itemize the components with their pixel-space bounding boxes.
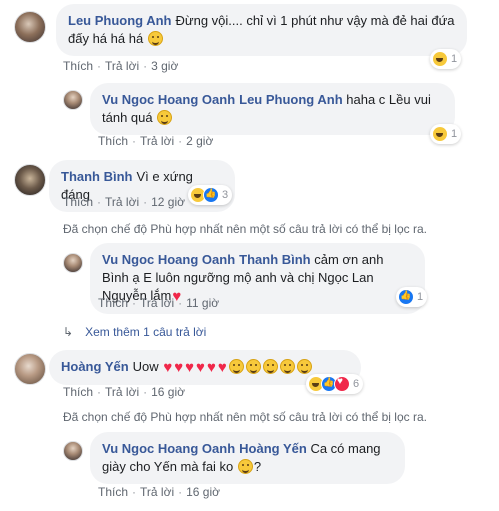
filter-notice: Đã chọn chế độ Phù hợp nhất nên một số c…: [63, 410, 427, 424]
like-button[interactable]: Thích: [98, 134, 128, 148]
reaction-count: 6: [353, 378, 360, 390]
heart-emoji-icon: ♥: [185, 359, 195, 376]
smile-emoji-icon: [245, 359, 261, 374]
timestamp[interactable]: 2 giờ: [186, 134, 213, 148]
heart-emoji-icon: ♥: [206, 359, 216, 376]
avatar[interactable]: [63, 90, 83, 110]
tongue-emoji-icon: [157, 110, 173, 125]
avatar[interactable]: [63, 441, 83, 461]
filter-notice: Đã chọn chế độ Phù hợp nhất nên một số c…: [63, 222, 427, 236]
reply-arrow-icon: ↳: [63, 325, 74, 339]
timestamp[interactable]: 3 giờ: [151, 59, 178, 73]
timestamp[interactable]: 16 giờ: [186, 485, 220, 499]
reaction-count: 1: [451, 128, 458, 140]
comment-actions: Thích · Trả lời · 12 giờ: [63, 194, 185, 210]
comment-author[interactable]: Vu Ngoc Hoang Oanh: [102, 252, 235, 267]
see-more-label: Xem thêm 1 câu trả lời: [85, 325, 207, 339]
separator-dot: ·: [132, 485, 137, 499]
reaction-count: 1: [451, 53, 458, 65]
timestamp[interactable]: 12 giờ: [151, 195, 185, 209]
heart-emoji-icon: ♥: [217, 359, 227, 376]
reaction-count: 3: [222, 189, 229, 201]
haha-emoji-icon: [147, 31, 163, 46]
comment-author[interactable]: Thanh Bình: [61, 169, 133, 184]
reaction-count: 1: [417, 291, 424, 303]
heart-emoji-icon: ♥: [196, 359, 205, 376]
like-reaction-icon: [398, 289, 414, 305]
like-button[interactable]: Thích: [98, 485, 128, 499]
comment-author[interactable]: Leu Phuong Anh: [68, 13, 172, 28]
reaction-summary[interactable]: 1: [396, 287, 428, 307]
separator-dot: ·: [97, 195, 102, 209]
reply-bubble: Vu Ngoc Hoang Oanh Hoàng Yến Ca có mang g…: [90, 432, 405, 484]
separator-dot: ·: [132, 134, 137, 148]
comment-thread: Leu Phuong Anh Đừng vội.... chỉ vì 1 phút…: [0, 0, 499, 511]
see-more-replies-link[interactable]: ↳ Xem thêm 1 câu trả lời: [63, 325, 206, 339]
like-reaction-icon: [203, 187, 219, 203]
comment-bubble: Leu Phuong Anh Đừng vội.... chỉ vì 1 phút…: [56, 4, 467, 56]
avatar[interactable]: [14, 353, 46, 385]
smile-emoji-icon: [296, 359, 312, 374]
smile-emoji-icon: [228, 359, 244, 374]
haha-reaction-icon: [432, 126, 448, 142]
reaction-summary[interactable]: 1: [430, 49, 462, 69]
reply-button[interactable]: Trả lời: [140, 134, 174, 148]
comment-actions: Thích · Trả lời · 16 giờ: [63, 384, 185, 400]
comment-author[interactable]: Vu Ngoc Hoang Oanh: [102, 92, 235, 107]
separator-dot: ·: [178, 485, 183, 499]
avatar[interactable]: [63, 253, 83, 273]
avatar[interactable]: [14, 164, 46, 196]
separator-dot: ·: [97, 385, 102, 399]
comment-actions: Thích · Trả lời · 11 giờ: [98, 295, 219, 311]
mention-link: Thanh Bình: [239, 252, 311, 267]
reply-button[interactable]: Trả lời: [105, 195, 139, 209]
like-button[interactable]: Thích: [63, 385, 93, 399]
mention-link[interactable]: Leu Phuong Anh: [239, 92, 343, 107]
reply-button[interactable]: Trả lời: [105, 385, 139, 399]
avatar[interactable]: [14, 11, 46, 43]
reply-button[interactable]: Trả lời: [140, 485, 174, 499]
love-reaction-icon: [334, 376, 350, 392]
timestamp[interactable]: 11 giờ: [186, 296, 219, 310]
reply-bubble: Vu Ngoc Hoang Oanh Leu Phuong Anh haha c …: [90, 83, 455, 135]
separator-dot: ·: [143, 385, 148, 399]
reply-button[interactable]: Trả lời: [140, 296, 174, 310]
comment-author[interactable]: Hoàng Yến: [61, 359, 129, 374]
haha-reaction-icon: [432, 51, 448, 67]
heart-emoji-icon: ♥: [163, 359, 173, 376]
separator-dot: ·: [178, 134, 183, 148]
reply-button[interactable]: Trả lời: [105, 59, 139, 73]
separator-dot: ·: [178, 296, 183, 310]
separator-dot: ·: [143, 195, 148, 209]
comment-author[interactable]: Vu Ngoc Hoang Oanh: [102, 441, 235, 456]
reaction-summary[interactable]: 1: [430, 124, 462, 144]
like-button[interactable]: Thích: [98, 296, 128, 310]
laugh-emoji-icon: [237, 459, 253, 474]
separator-dot: ·: [132, 296, 137, 310]
comment-text: Uow: [132, 359, 159, 374]
like-button[interactable]: Thích: [63, 195, 93, 209]
smile-emoji-icon: [262, 359, 278, 374]
like-button[interactable]: Thích: [63, 59, 93, 73]
separator-dot: ·: [143, 59, 148, 73]
comment-actions: Thích · Trả lời · 16 giờ: [98, 484, 220, 500]
smile-emoji-icon: [279, 359, 295, 374]
separator-dot: ·: [97, 59, 102, 73]
timestamp[interactable]: 16 giờ: [151, 385, 185, 399]
mention-link[interactable]: Hoàng Yến: [239, 441, 307, 456]
comment-actions: Thích · Trả lời · 2 giờ: [98, 133, 213, 149]
reaction-summary[interactable]: 3: [188, 185, 233, 205]
heart-emoji-icon: ♥: [174, 359, 184, 376]
comment-actions: Thích · Trả lời · 3 giờ: [63, 58, 178, 74]
reaction-summary[interactable]: 6: [306, 374, 364, 394]
